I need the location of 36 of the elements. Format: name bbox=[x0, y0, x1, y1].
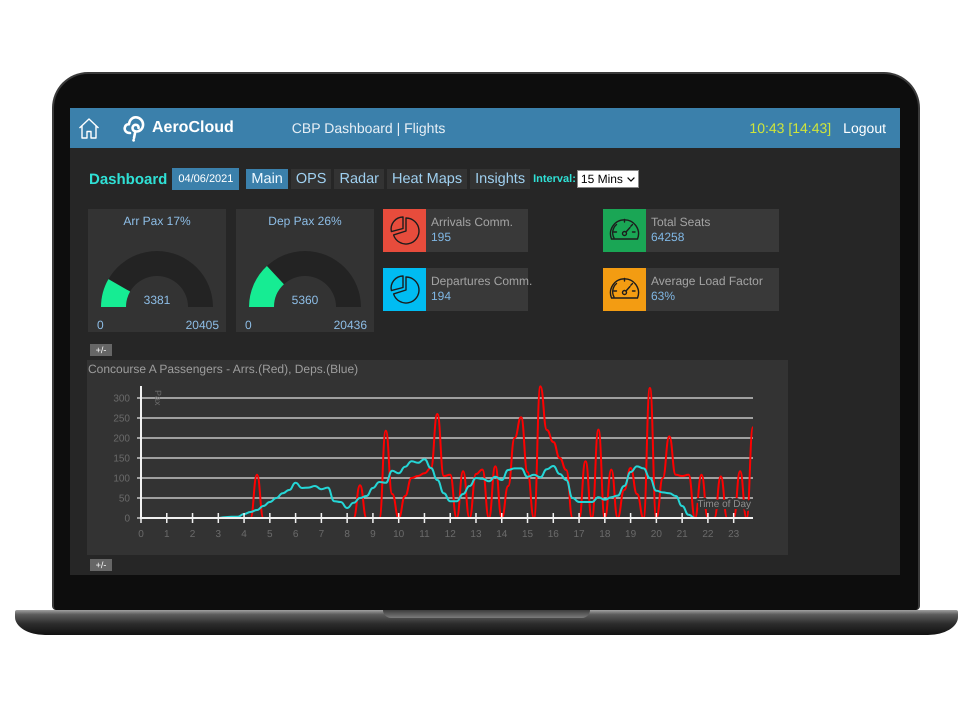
nav-tab[interactable]: Insights bbox=[470, 169, 530, 189]
nav-tab[interactable]: Radar bbox=[334, 169, 384, 189]
date-field[interactable]: 04/06/2021 bbox=[172, 168, 240, 190]
gauge-value: 5360 bbox=[292, 293, 318, 307]
nav-tab[interactable]: Heat Maps bbox=[386, 169, 468, 189]
gauge-title: Arr Pax 17% bbox=[123, 214, 191, 228]
stat-value: 64258 bbox=[651, 230, 684, 244]
page-heading: Dashboard bbox=[89, 170, 168, 188]
gauge-max: 20436 bbox=[334, 318, 367, 332]
nav-tab[interactable]: Main bbox=[246, 169, 288, 189]
stat-label: Arrivals Comm. bbox=[431, 215, 514, 229]
gauge-max: 20405 bbox=[186, 318, 219, 332]
axis-title: Pax bbox=[153, 390, 163, 406]
toggle-button[interactable]: +/- bbox=[90, 559, 112, 571]
gauge-title: Dep Pax 26% bbox=[268, 214, 342, 228]
nav-tab[interactable]: OPS bbox=[290, 169, 332, 189]
stat-value: 195 bbox=[431, 230, 452, 244]
chevron-down-icon bbox=[626, 176, 635, 182]
interval-label: Interval: bbox=[533, 173, 576, 185]
interval-select[interactable]: 15 Mins bbox=[576, 170, 639, 188]
home-icon[interactable] bbox=[78, 116, 100, 140]
stat-value: 194 bbox=[431, 289, 452, 303]
clock-time: 10:43 [14:43] bbox=[749, 120, 832, 136]
chart-title: Concourse A Passengers - Arrs.(Red), Deps.(Blue) bbox=[88, 362, 358, 376]
gauge-value: 3381 bbox=[144, 293, 170, 307]
brand-name: AeroCloud bbox=[152, 119, 234, 137]
stat-label: Departures Comm. bbox=[431, 274, 532, 288]
stat-label: Average Load Factor bbox=[651, 274, 763, 288]
logout-link[interactable]: Logout bbox=[843, 120, 886, 136]
toggle-button[interactable]: +/- bbox=[90, 344, 112, 356]
gauge-min: 0 bbox=[245, 318, 252, 332]
gauge-min: 0 bbox=[97, 318, 104, 332]
page-title: CBP Dashboard | Flights bbox=[292, 120, 446, 136]
stat-value: 63% bbox=[651, 289, 676, 303]
stat-label: Total Seats bbox=[651, 215, 710, 229]
cloud-logo-icon bbox=[122, 114, 146, 142]
